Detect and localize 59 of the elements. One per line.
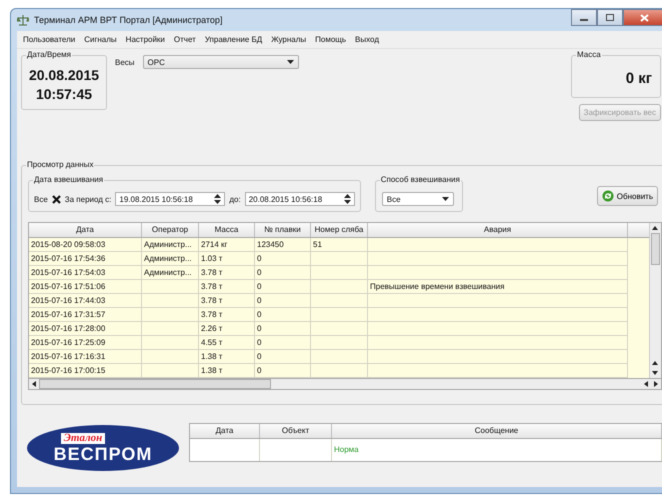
column-header[interactable]: Объект: [260, 424, 332, 438]
close-icon: [640, 14, 648, 22]
window-title: Терминал АРМ ВРТ Портал [Администратор]: [34, 15, 222, 25]
logo-text: ВЕСПРОМ: [54, 444, 152, 464]
menu-item[interactable]: Сигналы: [84, 35, 117, 44]
close-button[interactable]: [623, 9, 662, 26]
menu-item[interactable]: Отчет: [174, 35, 196, 44]
dropdown-arrow-icon: [286, 60, 294, 64]
spin-arrows-icon: [344, 193, 351, 205]
menu-item[interactable]: Выход: [355, 35, 379, 44]
maximize-icon: [606, 14, 614, 21]
menu-item[interactable]: Журналы: [271, 35, 306, 44]
menu-item[interactable]: Настройки: [126, 35, 165, 44]
method-dropdown[interactable]: Все: [382, 192, 454, 206]
all-label: Все: [34, 194, 48, 204]
column-header[interactable]: Дата: [190, 424, 260, 438]
refresh-button[interactable]: Обновить: [596, 186, 658, 206]
menu-item[interactable]: Помощь: [315, 35, 346, 44]
column-header[interactable]: № плавки: [255, 223, 311, 237]
scale-dropdown[interactable]: OPC: [142, 55, 299, 69]
refresh-icon: [602, 190, 614, 202]
column-header[interactable]: Масса: [199, 223, 255, 237]
scale-label: Весы: [115, 58, 135, 67]
group-label: Способ взвешивания: [380, 175, 461, 184]
group-label: Дата/Время: [26, 50, 72, 59]
date-to-field[interactable]: 20.08.2015 10:56:18: [244, 192, 355, 206]
table-cell: 1.38 т: [199, 364, 255, 378]
vertical-scrollbar[interactable]: [649, 223, 661, 378]
column-header[interactable]: Сообщение: [332, 424, 662, 438]
scales-icon: [17, 14, 29, 26]
table-cell: [142, 364, 199, 378]
spin-arrows-icon: [214, 193, 222, 205]
mass-value: 0 кг: [626, 70, 652, 86]
dropdown-arrow-icon: [442, 197, 449, 201]
logo-text: Эталон: [60, 432, 106, 444]
table-cell: [311, 364, 368, 378]
table-cell: 0: [255, 364, 311, 378]
date-from-field[interactable]: 19.08.2015 10:56:18: [115, 192, 226, 206]
scrollbar-thumb[interactable]: [39, 379, 271, 389]
group-label: Масса: [576, 50, 602, 59]
minimize-button[interactable]: [571, 9, 597, 26]
all-checkbox[interactable]: [52, 194, 61, 204]
maximize-button[interactable]: [597, 9, 623, 26]
time-text: 10:57:45: [36, 85, 92, 104]
column-header[interactable]: Дата: [29, 223, 142, 237]
table-cell: Норма: [332, 439, 662, 461]
horizontal-scrollbar[interactable]: [28, 379, 662, 390]
column-header[interactable]: Номер сляба: [311, 223, 368, 237]
period-label: За период с:: [64, 194, 112, 204]
table-cell: 2015-07-16 17:00:15: [29, 364, 142, 378]
date-text: 20.08.2015: [28, 66, 100, 85]
to-label: до:: [229, 194, 241, 204]
column-header[interactable]: Авария: [368, 223, 628, 237]
scrollbar-thumb[interactable]: [651, 233, 660, 265]
column-header[interactable]: Оператор: [142, 223, 199, 237]
group-label: Дата взвешивания: [33, 175, 104, 184]
menu-item[interactable]: Управление БД: [204, 35, 262, 44]
group-label: Просмотр данных: [26, 160, 94, 169]
menu-item[interactable]: Пользователи: [23, 35, 76, 44]
